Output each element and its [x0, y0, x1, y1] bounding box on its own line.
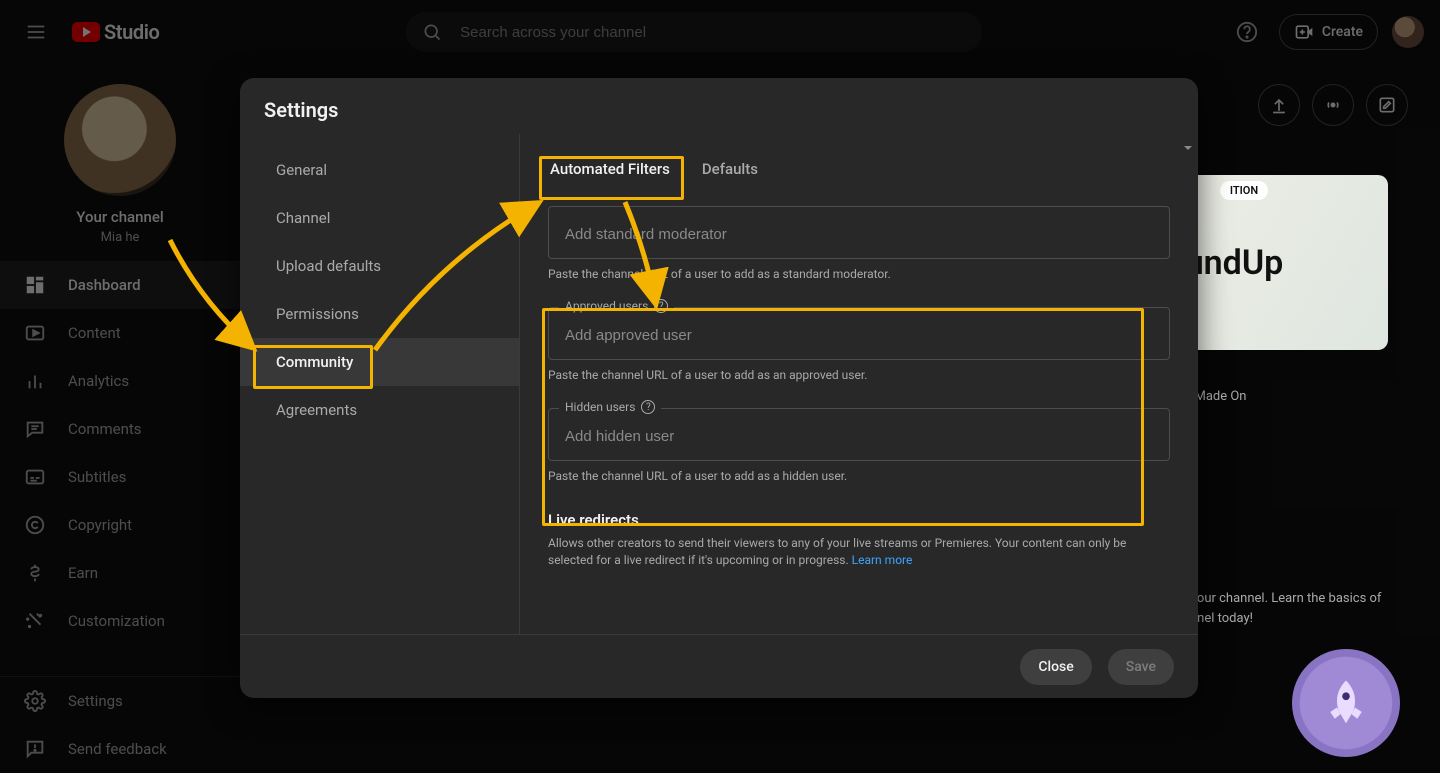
- dialog-body: General Channel Upload defaults Permissi…: [240, 134, 1198, 634]
- dialog-nav-agreements[interactable]: Agreements: [240, 386, 519, 434]
- tab-automated-filters[interactable]: Automated Filters: [548, 154, 672, 192]
- tab-label: Defaults: [702, 160, 758, 178]
- dialog-nav-label: General: [276, 161, 327, 179]
- dialog-content: Automated Filters Defaults Paste the cha…: [520, 134, 1198, 634]
- promo-thumb-text: undUp: [1185, 243, 1284, 283]
- close-button[interactable]: Close: [1020, 649, 1091, 685]
- hidden-users-help: Paste the channel URL of a user to add a…: [548, 469, 1170, 483]
- scroll-up-indicator: [1184, 146, 1192, 150]
- rocket-icon: [1319, 676, 1373, 730]
- hidden-users-box[interactable]: Hidden users ?: [548, 408, 1170, 461]
- live-redirects-learn-more[interactable]: Learn more: [852, 553, 913, 567]
- approved-users-label-text: Approved users: [565, 299, 648, 313]
- help-icon[interactable]: ?: [654, 299, 668, 313]
- standard-moderator-box[interactable]: [548, 206, 1170, 259]
- approved-users-input[interactable]: [563, 326, 1155, 345]
- dialog-nav-label: Agreements: [276, 401, 357, 419]
- approved-users-help: Paste the channel URL of a user to add a…: [548, 368, 1170, 382]
- dialog-nav-channel[interactable]: Channel: [240, 194, 519, 242]
- dialog-nav-label: Permissions: [276, 305, 359, 323]
- save-label: Save: [1126, 659, 1156, 675]
- hidden-users-input[interactable]: [563, 427, 1155, 446]
- dialog-tabs: Automated Filters Defaults: [548, 154, 1170, 192]
- save-button[interactable]: Save: [1108, 649, 1174, 685]
- promo-badge: ITION: [1220, 181, 1268, 200]
- dialog-nav-label: Community: [276, 353, 353, 371]
- dialog-nav-general[interactable]: General: [240, 146, 519, 194]
- rocket-badge[interactable]: [1292, 649, 1400, 757]
- live-redirects-text: Allows other creators to send their view…: [548, 536, 1126, 567]
- settings-dialog: Settings General Channel Upload defaults…: [240, 78, 1198, 698]
- standard-moderator-field: Paste the channel URL of a user to add a…: [548, 206, 1170, 281]
- standard-moderator-input[interactable]: [563, 225, 1155, 244]
- hidden-users-field: Hidden users ? Paste the channel URL of …: [548, 408, 1170, 483]
- approved-users-box[interactable]: Approved users ?: [548, 307, 1170, 360]
- dialog-nav-permissions[interactable]: Permissions: [240, 290, 519, 338]
- dialog-footer: Close Save: [240, 634, 1198, 698]
- approved-users-label: Approved users ?: [559, 299, 674, 313]
- close-label: Close: [1038, 659, 1073, 675]
- tab-label: Automated Filters: [550, 160, 670, 178]
- dialog-nav-upload-defaults[interactable]: Upload defaults: [240, 242, 519, 290]
- dialog-title: Settings: [240, 78, 1198, 134]
- standard-moderator-help: Paste the channel URL of a user to add a…: [548, 267, 1170, 281]
- hidden-users-label: Hidden users ?: [559, 400, 661, 414]
- live-redirects-title: Live redirects: [548, 511, 1170, 529]
- help-icon[interactable]: ?: [641, 400, 655, 414]
- approved-users-field: Approved users ? Paste the channel URL o…: [548, 307, 1170, 382]
- tab-defaults[interactable]: Defaults: [700, 154, 760, 192]
- dialog-nav: General Channel Upload defaults Permissi…: [240, 134, 520, 634]
- dialog-nav-label: Upload defaults: [276, 257, 381, 275]
- dialog-nav-label: Channel: [276, 209, 330, 227]
- hidden-users-label-text: Hidden users: [565, 400, 635, 414]
- live-redirects-body: Allows other creators to send their view…: [548, 535, 1170, 570]
- dialog-nav-community[interactable]: Community: [240, 338, 519, 386]
